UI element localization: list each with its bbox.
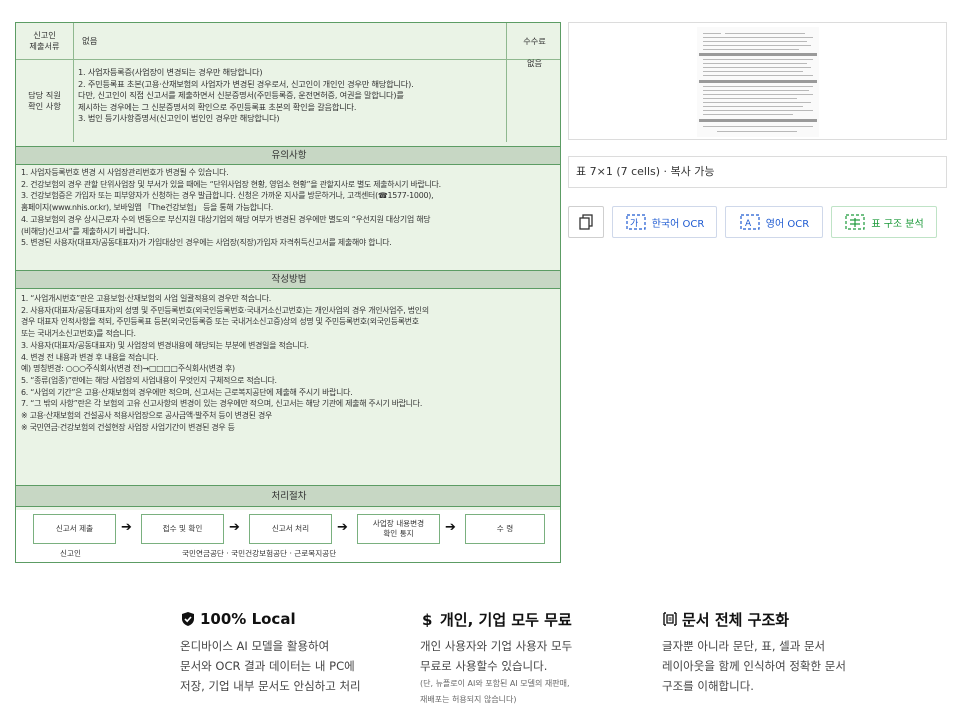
copy-button[interactable]	[568, 206, 604, 238]
submit-docs-value: 없음	[82, 36, 98, 46]
arrow-right-icon: ➔	[337, 520, 348, 535]
row-staff-check: 담당 직원 확인 사항 1. 사업자등록증(사업장이 변경되는 경우만 해당합니다…	[16, 23, 560, 142]
applicant-label: 신고인	[60, 549, 81, 558]
feature-structure: 문서 전체 구조화 글자뿐 아니라 문단, 표, 셀과 문서 레이아웃을 함께 …	[662, 608, 846, 696]
method-list: 1. “사업개시번호”란은 고용보험·산재보험의 사업 일괄적용의 경우만 적습…	[21, 294, 429, 432]
feature-title: 100% Local	[200, 610, 296, 628]
feature-title: 문서 전체 구조화	[682, 610, 790, 629]
dollar-icon: $	[422, 611, 432, 627]
feature-local: 100% Local 온디바이스 AI 모델을 활용하여 문서와 OCR 결과 …	[180, 608, 361, 696]
notes-list: 1. 사업자등록번호 변경 시 사업장관리번호가 변경될 수 있습니다. 2. …	[21, 168, 441, 248]
arrow-right-icon: ➔	[229, 520, 240, 535]
row-submit-docs: 신고인 제출서류 없음 수수료	[16, 23, 560, 60]
label-submit-docs: 신고인 제출서류	[16, 23, 74, 59]
copy-icon	[579, 214, 593, 230]
step-receipt: 수 령	[465, 514, 545, 544]
table-analysis-button[interactable]: 표 구조 분석	[831, 206, 937, 238]
fee-value-cell: 없음	[506, 23, 560, 142]
arrow-right-icon: ➔	[121, 520, 132, 535]
svg-text:$: $	[422, 611, 432, 627]
table-structure-icon	[845, 214, 865, 230]
feature-note: (단, 뉴플로이 AI와 포함된 AI 모델의 재판매, 재배포는 허용되지 않…	[420, 679, 570, 704]
document-structure-icon	[663, 612, 677, 626]
notes-title: 유의사항	[16, 146, 560, 165]
table-info: 표 7×1 (7 cells) · 복사 가능	[568, 156, 947, 188]
feature-desc: 온디바이스 AI 모델을 활용하여 문서와 OCR 결과 데이터는 내 PC에 …	[180, 639, 361, 693]
process-title: 처리절차	[16, 485, 560, 507]
feature-desc: 글자뿐 아니라 문단, 표, 셀과 문서 레이아웃을 함께 인식하여 정확한 문…	[662, 639, 846, 693]
svg-text:가: 가	[630, 218, 638, 229]
agencies-label: 국민연금공단 · 국민건강보험공단 · 근로복지공단	[182, 549, 337, 558]
method-title: 작성방법	[16, 270, 560, 289]
page-thumbnail[interactable]	[568, 22, 947, 140]
feature-title: 개인, 기업 모두 무료	[440, 610, 572, 629]
korean-ocr-icon: 가	[626, 214, 646, 230]
english-ocr-label: 영어 OCR	[765, 218, 810, 230]
feature-free: $ 개인, 기업 모두 무료 개인 사용자와 기업 사용자 모두 무료로 사용할…	[420, 608, 572, 708]
svg-text:A: A	[745, 219, 752, 229]
step-submit: 신고서 제출	[33, 514, 116, 544]
label-staff-check: 담당 직원 확인 사항	[16, 60, 74, 142]
step-notify: 사업장 내용변경 확인 통지	[357, 514, 440, 544]
step-process: 신고서 처리	[249, 514, 332, 544]
shield-icon	[182, 612, 194, 626]
table-analysis-label: 표 구조 분석	[871, 218, 924, 230]
english-ocr-button[interactable]: A 영어 OCR	[725, 206, 823, 238]
korean-ocr-label: 한국어 OCR	[651, 218, 705, 230]
process-flow: 신고서 제출 ➔ 접수 및 확인 ➔ 신고서 처리 ➔ 사업장 내용변경 확인 통…	[16, 510, 560, 562]
staff-check-list: 1. 사업자등록증(사업장이 변경되는 경우만 해당합니다) 2. 주민등록표 …	[78, 67, 414, 123]
thumbnail-page	[697, 27, 819, 137]
document-image: 신고인 제출서류 없음 수수료 담당 직원 확인 사항 1. 사업자등록증(사업장이…	[15, 22, 561, 563]
arrow-right-icon: ➔	[445, 520, 456, 535]
fee-value: 없음	[526, 58, 543, 68]
korean-ocr-button[interactable]: 가 한국어 OCR	[612, 206, 717, 238]
feature-desc: 개인 사용자와 기업 사용자 모두 무료로 사용할수 있습니다.	[420, 639, 573, 673]
english-ocr-icon: A	[740, 214, 760, 230]
step-receive: 접수 및 확인	[141, 514, 224, 544]
